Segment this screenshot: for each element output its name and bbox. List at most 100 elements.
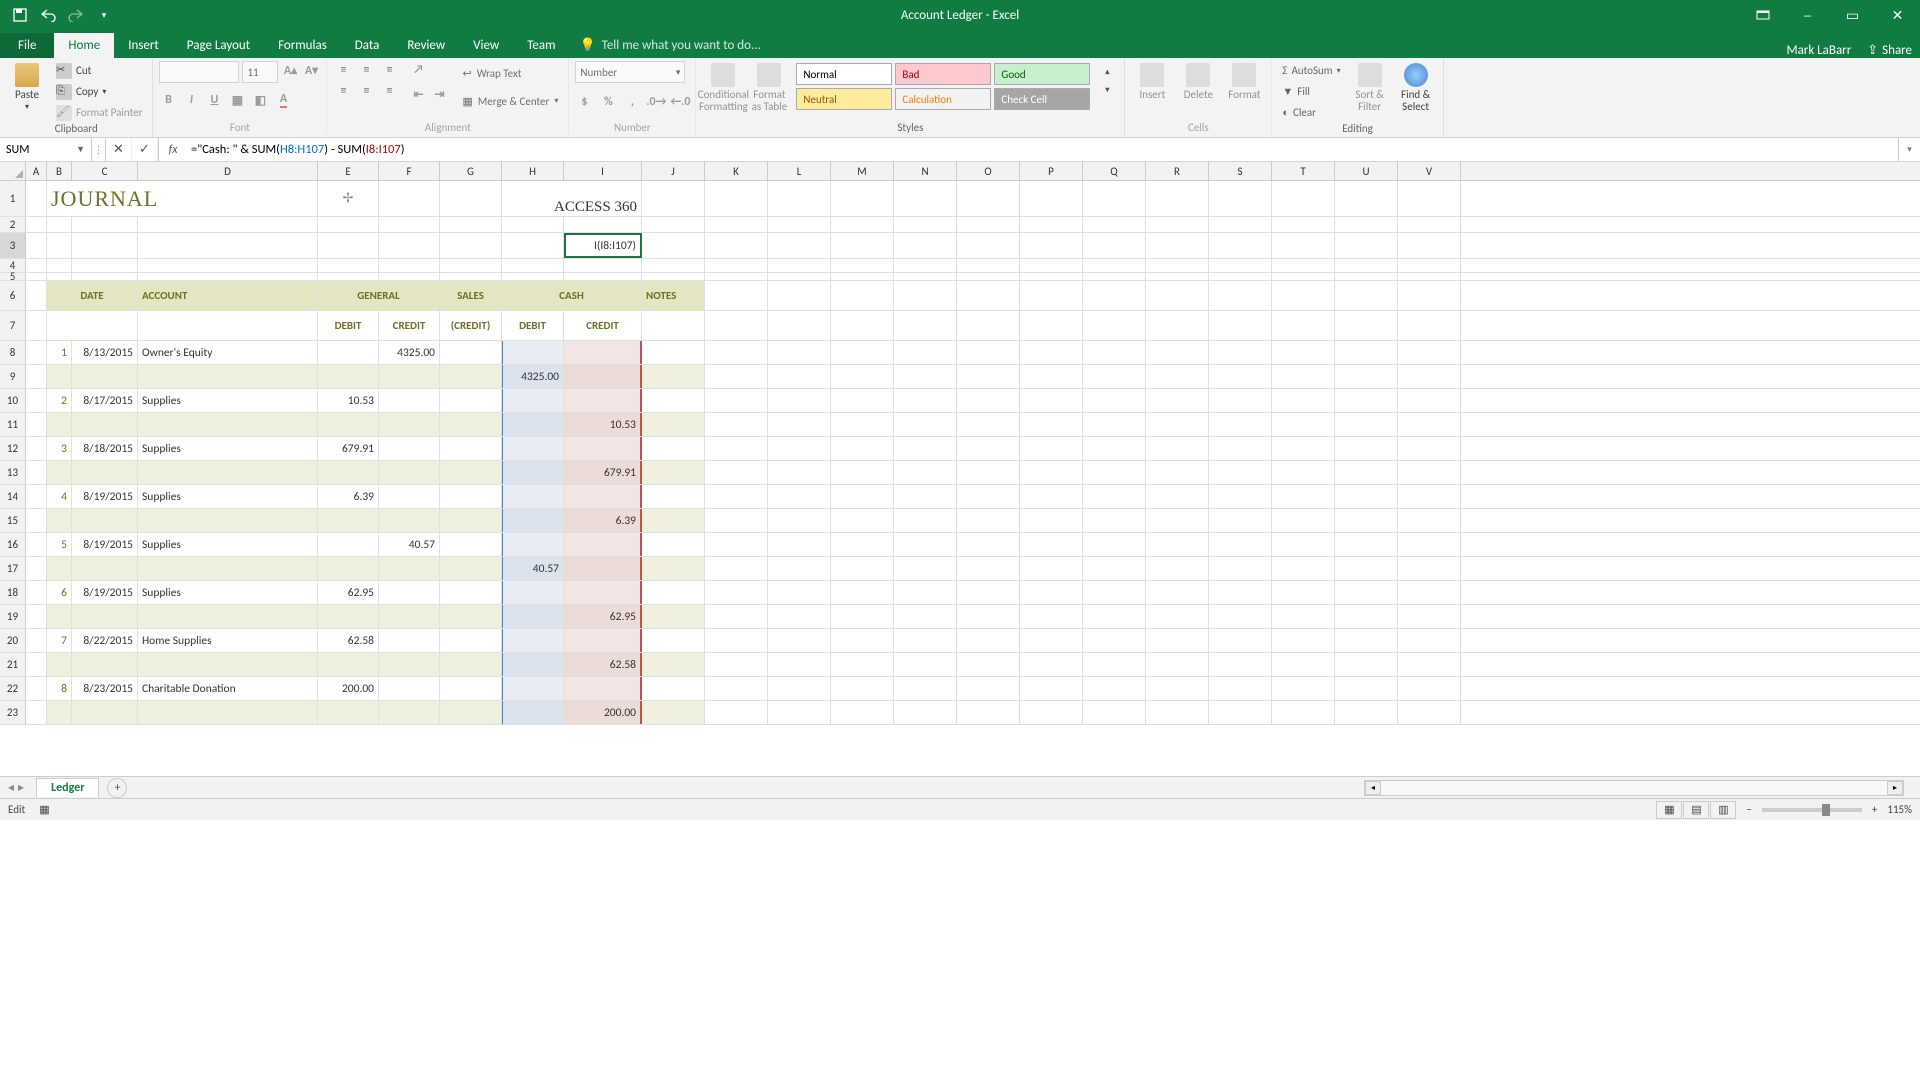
cell[interactable] [705,461,768,484]
cell[interactable] [502,605,564,628]
cell[interactable] [1020,557,1083,580]
cancel-formula-button[interactable]: ✕ [106,138,132,161]
cell[interactable] [1083,413,1146,436]
cell[interactable] [379,365,440,388]
cell[interactable] [379,259,440,272]
cell[interactable] [1209,557,1272,580]
cell[interactable] [502,677,564,700]
cell[interactable] [440,653,502,676]
cell[interactable] [1020,605,1083,628]
cell[interactable] [26,437,47,460]
cell[interactable] [957,437,1020,460]
cell[interactable] [1083,581,1146,604]
cell[interactable] [1146,281,1209,310]
cell[interactable]: Charitable Donation [138,677,318,700]
decrease-decimal-icon[interactable]: ←.0 [671,93,689,111]
col-head-J[interactable]: J [642,162,705,180]
wrap-text-button[interactable]: ↩Wrap Text [458,61,562,85]
cell[interactable] [318,217,379,232]
format-painter-button[interactable]: 🖌Format Painter [52,103,146,122]
cell[interactable] [768,437,831,460]
cell[interactable] [379,701,440,724]
cell[interactable] [318,259,379,272]
fx-icon[interactable]: fx [159,138,187,161]
cell[interactable] [440,273,502,280]
cell[interactable] [1209,437,1272,460]
cell[interactable] [894,581,957,604]
cell[interactable]: 10.53 [318,389,379,412]
cell[interactable] [831,389,894,412]
col-head-T[interactable]: T [1272,162,1335,180]
cell[interactable] [831,701,894,724]
cell[interactable] [1398,365,1461,388]
cell[interactable] [1398,581,1461,604]
cell[interactable]: 8/23/2015 [72,677,138,700]
cell[interactable] [642,413,705,436]
cell[interactable] [502,437,564,460]
row-head-17[interactable]: 17 [0,557,26,580]
cell[interactable] [1083,605,1146,628]
cell[interactable] [1335,509,1398,532]
cell[interactable] [768,181,831,216]
cell[interactable] [318,557,379,580]
cell[interactable] [642,557,705,580]
view-page-break-icon[interactable]: ▥ [1710,801,1736,819]
cell[interactable] [440,509,502,532]
cell[interactable]: 4325.00 [379,341,440,364]
cell[interactable] [138,217,318,232]
cell[interactable] [72,605,138,628]
cell[interactable] [379,485,440,508]
cell[interactable] [957,701,1020,724]
cell[interactable]: 200.00 [318,677,379,700]
cell[interactable] [1398,273,1461,280]
cell[interactable] [1398,281,1461,310]
cell[interactable] [47,413,72,436]
cell[interactable] [642,461,705,484]
cell[interactable] [1209,629,1272,652]
cell[interactable]: 8/17/2015 [72,389,138,412]
borders-icon[interactable]: ▦ [228,91,246,109]
cell[interactable] [1398,677,1461,700]
cell[interactable] [1146,389,1209,412]
row-head-16[interactable]: 16 [0,533,26,556]
cell[interactable] [138,605,318,628]
styles-more-up-icon[interactable]: ▴ [1098,63,1116,81]
styles-more-down-icon[interactable]: ▾ [1098,81,1116,99]
cell[interactable] [318,509,379,532]
cell[interactable] [957,181,1020,216]
cell[interactable]: 679.91 [318,437,379,460]
cell[interactable] [1335,389,1398,412]
row-head-21[interactable]: 21 [0,653,26,676]
cell[interactable] [894,311,957,340]
formula-bar-expand-icon[interactable]: ▾ [1898,138,1920,161]
style-neutral[interactable]: Neutral [796,88,892,110]
cell[interactable] [564,485,642,508]
cell[interactable] [894,413,957,436]
cell[interactable] [47,217,72,232]
cell[interactable]: CREDIT [379,311,440,340]
cell[interactable] [47,461,72,484]
cell[interactable] [768,461,831,484]
cell[interactable] [768,389,831,412]
row-head-5[interactable]: 5 [0,273,26,280]
cell[interactable] [894,365,957,388]
cell[interactable] [1146,365,1209,388]
font-name-input[interactable] [159,61,239,83]
cell[interactable] [1335,181,1398,216]
paste-button[interactable]: Paste▾ [6,61,48,115]
zoom-level[interactable]: 115% [1887,803,1912,816]
cell[interactable] [26,581,47,604]
cell[interactable] [138,509,318,532]
cell[interactable] [1083,461,1146,484]
cell[interactable] [1083,701,1146,724]
cell[interactable] [1209,389,1272,412]
cell-styles-gallery[interactable]: Normal Bad Good Neutral Calculation Chec… [794,61,1092,112]
sheet-nav[interactable]: ◂ ▸ [0,780,32,795]
cell[interactable] [642,509,705,532]
cell[interactable] [47,701,72,724]
cell[interactable] [768,217,831,232]
cell[interactable] [1083,389,1146,412]
name-box-resize[interactable]: ⋮ [92,138,106,161]
cell[interactable] [642,389,705,412]
col-head-O[interactable]: O [957,162,1020,180]
